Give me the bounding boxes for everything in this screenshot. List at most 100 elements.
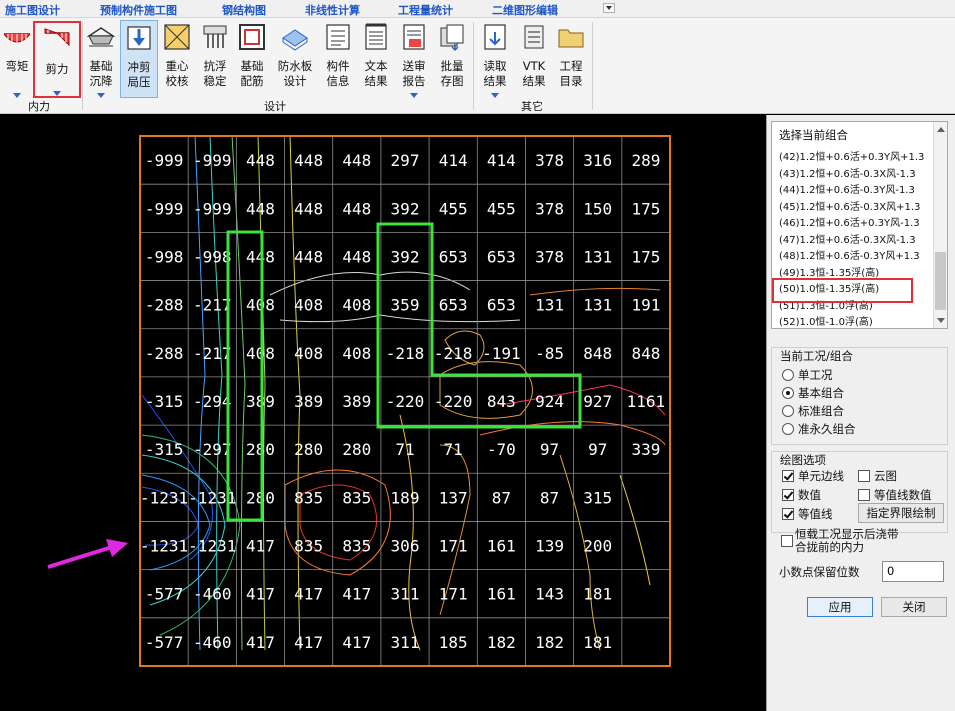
grid-value: 835: [342, 537, 371, 556]
menu-2d-edit[interactable]: 二维图形编辑: [492, 2, 558, 18]
checkbox-contours[interactable]: [782, 508, 794, 520]
combination-scrollbar[interactable]: [933, 122, 947, 328]
centroid-check-button[interactable]: 重心 校核: [159, 20, 195, 98]
menu-construction-drawing[interactable]: 施工图设计: [5, 2, 60, 18]
grid-value: 175: [631, 199, 660, 218]
grid-value: 392: [391, 247, 420, 266]
grid-value: 414: [487, 151, 516, 170]
close-button[interactable]: 关闭: [881, 597, 947, 617]
settlement-label: 基础 沉降: [89, 59, 113, 88]
grid-value: 143: [535, 585, 564, 604]
ribbon-collapse-button[interactable]: [603, 3, 615, 13]
project-directory-button[interactable]: 工程 目录: [554, 20, 588, 98]
checkbox-values[interactable]: [782, 489, 794, 501]
menu-steel-drawing[interactable]: 钢结构图: [222, 2, 266, 18]
checkbox-contour-values[interactable]: [858, 489, 870, 501]
combination-item[interactable]: (49)1.3恒-1.35浮(高): [779, 264, 879, 279]
grid-value: 392: [391, 199, 420, 218]
bending-moment-label: 弯矩: [5, 59, 29, 73]
grid-value: -1231: [188, 537, 236, 556]
combination-item[interactable]: (52)1.0恒-1.0浮(高): [779, 313, 873, 328]
menu-precast-drawing[interactable]: 预制构件施工图: [100, 2, 177, 18]
combination-item[interactable]: (46)1.2恒+0.6活+0.3Y风-1.3: [779, 214, 920, 229]
grid-value: 417: [294, 585, 323, 604]
grid-value: 417: [246, 633, 275, 652]
bending-moment-button[interactable]: 弯矩: [0, 20, 34, 98]
review-report-button[interactable]: 送审 报告: [396, 20, 432, 98]
checkbox-post-pour[interactable]: [781, 535, 793, 547]
grid-value: 653: [439, 296, 468, 315]
decimal-places-input[interactable]: 0: [882, 561, 944, 582]
combination-item[interactable]: (48)1.2恒+0.6活-0.3Y风+1.3: [779, 247, 920, 262]
draw-options-title: 绘图选项: [780, 453, 826, 467]
grid-value: 200: [583, 537, 612, 556]
punching-shear-button[interactable]: 冲剪 局压: [120, 20, 158, 98]
combination-item[interactable]: (45)1.2恒+0.6活-0.3X风+1.3: [779, 198, 920, 213]
text-result-icon: [365, 23, 387, 50]
checkbox-element-edges[interactable]: [782, 470, 794, 482]
chevron-down-icon: [53, 91, 61, 96]
text-result-button[interactable]: 文本 结果: [358, 20, 394, 98]
drawing-canvas[interactable]: -999 -999 448 448 448 297 414 414 378 316 289 -999-…: [0, 115, 766, 711]
centroid-icon: [164, 24, 190, 50]
grid-value: 137: [439, 488, 468, 507]
chevron-down-icon: [97, 93, 105, 98]
pointer-arrow-icon: [47, 539, 128, 569]
read-result-button[interactable]: 读取 结果: [476, 20, 514, 98]
grid-value: 182: [487, 633, 516, 652]
menu-bar: 施工图设计 预制构件施工图 钢结构图 非线性计算 工程量统计 二维图形编辑: [0, 0, 955, 18]
radio-basic-combo[interactable]: [782, 387, 794, 399]
grid-value: -297: [193, 440, 232, 459]
combination-item[interactable]: (43)1.2恒+0.6活-0.3X风-1.3: [779, 165, 916, 180]
scroll-down-icon[interactable]: [937, 318, 945, 323]
grid-value: 339: [631, 440, 660, 459]
centroid-label: 重心 校核: [165, 59, 189, 88]
apply-button[interactable]: 应用: [807, 597, 873, 617]
anti-float-button[interactable]: 抗浮 稳定: [198, 20, 232, 98]
boundary-draw-button[interactable]: 指定界限绘制: [858, 503, 944, 523]
grid-value: 448: [294, 247, 323, 266]
scroll-thumb[interactable]: [935, 252, 946, 310]
grid-value: 408: [342, 344, 371, 363]
grid-value: 653: [439, 247, 468, 266]
radio-single-case[interactable]: [782, 369, 794, 381]
shear-force-icon: [44, 28, 70, 47]
menu-quantity[interactable]: 工程量统计: [398, 2, 453, 18]
chevron-down-icon: [13, 93, 21, 98]
grid-value: 161: [487, 585, 516, 604]
ribbon: 弯矩 剪力 内力 基础 沉降 冲剪 局压 重心 校核 抗浮 稳定 基础 配筋 防…: [0, 18, 955, 114]
grid-value: 306: [391, 537, 420, 556]
shear-force-button[interactable]: 剪力: [33, 21, 81, 98]
grid-value: 417: [342, 585, 371, 604]
review-report-label: 送审 报告: [402, 59, 426, 88]
combination-item[interactable]: (44)1.2恒+0.6活-0.3Y风-1.3: [779, 181, 915, 196]
grid-value: -217: [193, 344, 232, 363]
reinforcement-label: 基础 配筋: [240, 59, 264, 88]
combination-item[interactable]: (47)1.2恒+0.6活-0.3X风-1.3: [779, 231, 916, 246]
scroll-up-icon[interactable]: [937, 127, 945, 132]
waterproof-slab-button[interactable]: 防水板 设计: [273, 20, 317, 98]
grid-value: 448: [246, 199, 275, 218]
checkbox-cloud-map[interactable]: [858, 470, 870, 482]
grid-value: 848: [631, 344, 660, 363]
grid-value: -220: [386, 392, 425, 411]
vtk-result-button[interactable]: VTK 结果: [515, 20, 553, 98]
foundation-reinforcement-button[interactable]: 基础 配筋: [234, 20, 270, 98]
grid-value: -1231: [140, 537, 188, 556]
grid-value: 280: [294, 440, 323, 459]
radio-quasi-permanent[interactable]: [782, 423, 794, 435]
combination-item[interactable]: (42)1.2恒+0.6活+0.3Y风+1.3: [779, 148, 924, 163]
member-info-button[interactable]: 构件 信息: [320, 20, 356, 98]
combination-list[interactable]: 选择当前组合 (42)1.2恒+0.6活+0.3Y风+1.3 (43)1.2恒+0…: [771, 121, 948, 329]
grid-value: 150: [583, 199, 612, 218]
grid-value: 378: [535, 151, 564, 170]
batch-save-button[interactable]: 批量 存图: [434, 20, 470, 98]
radio-standard-combo[interactable]: [782, 405, 794, 417]
menu-nonlinear[interactable]: 非线性计算: [305, 2, 360, 18]
grid-value: -217: [193, 296, 232, 315]
ribbon-divider: [473, 22, 474, 110]
group-label-internal-force: 内力: [28, 100, 50, 113]
grid-value: -999: [193, 151, 232, 170]
grid-value: 280: [246, 488, 275, 507]
foundation-settlement-button[interactable]: 基础 沉降: [84, 20, 118, 98]
